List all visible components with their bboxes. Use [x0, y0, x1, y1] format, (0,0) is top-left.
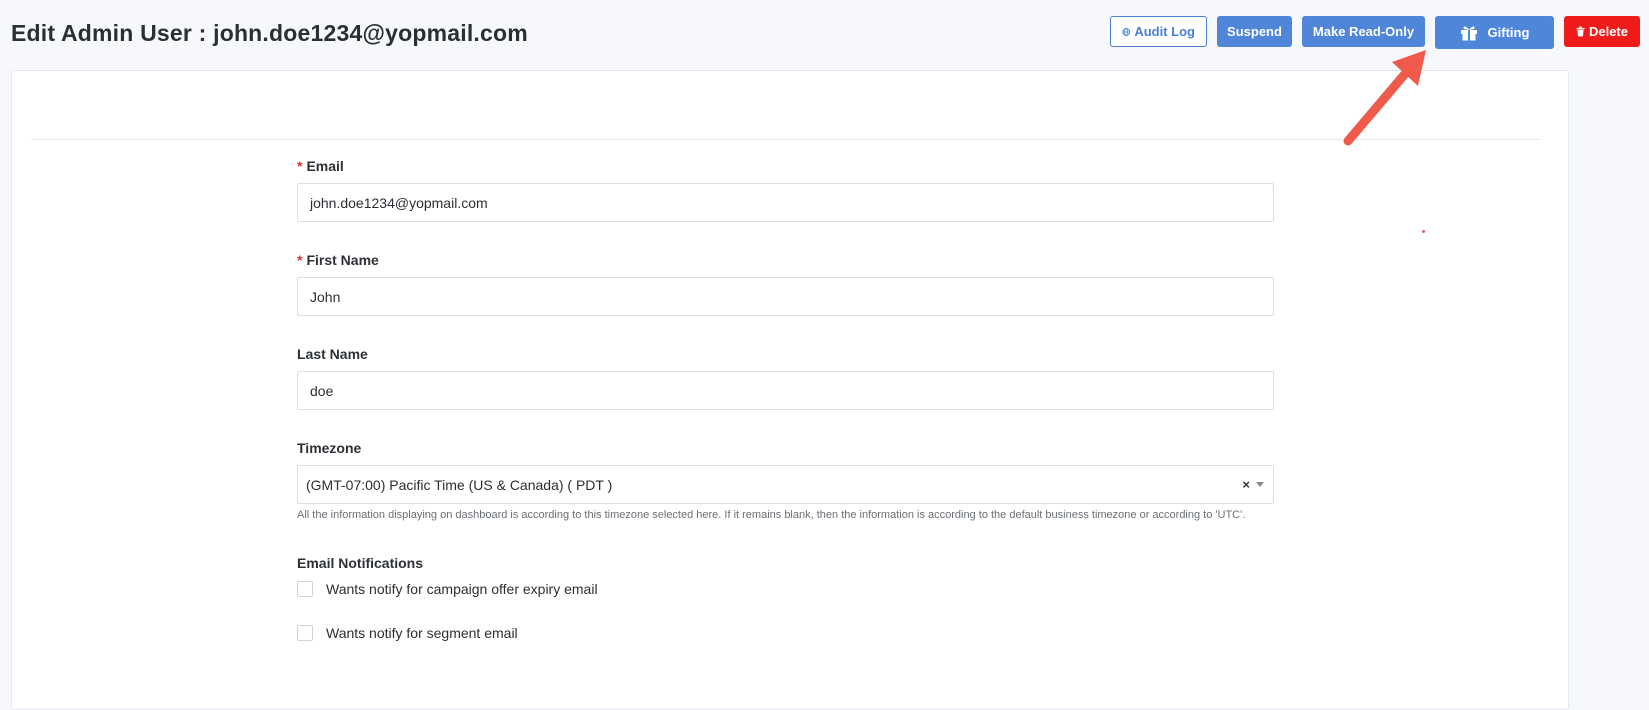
edit-user-card: * Email john.doe1234@yopmail.com * First N… — [11, 70, 1569, 710]
suspend-button[interactable]: Suspend — [1217, 16, 1292, 47]
delete-button[interactable]: Delete — [1564, 16, 1640, 47]
audit-log-button[interactable]: Audit Log — [1110, 16, 1207, 47]
suspend-label: Suspend — [1227, 24, 1282, 39]
chevron-down-icon[interactable] — [1256, 482, 1264, 487]
email-value: john.doe1234@yopmail.com — [310, 194, 488, 211]
required-marker: * — [297, 252, 303, 268]
page-title: Edit Admin User : john.doe1234@yopmail.c… — [11, 20, 528, 46]
marker-dot — [1422, 230, 1425, 233]
email-notifications-label: Email Notifications — [297, 555, 424, 571]
first-name-value: John — [310, 288, 341, 305]
email-label: * Email — [297, 158, 344, 174]
timezone-select[interactable]: (GMT-07:00) Pacific Time (US & Canada) (… — [297, 465, 1274, 504]
notify-campaign-expiry-label: Wants notify for campaign offer expiry e… — [326, 581, 598, 597]
email-field-group: * Email john.doe1234@yopmail.com — [297, 157, 1274, 222]
last-name-value: doe — [310, 382, 334, 399]
timezone-help-text: All the information displaying on dashbo… — [297, 509, 1246, 521]
notify-segment-option[interactable]: Wants notify for segment email — [297, 623, 1274, 643]
delete-label: Delete — [1588, 24, 1628, 39]
trash-icon — [1576, 26, 1585, 37]
required-marker: * — [297, 158, 303, 174]
first-name-input[interactable]: John — [297, 277, 1274, 316]
make-read-only-button[interactable]: Make Read-Only — [1302, 16, 1425, 47]
last-name-label: Last Name — [297, 346, 368, 362]
first-name-label: * First Name — [297, 252, 379, 268]
clear-selection-icon[interactable]: × — [1242, 477, 1250, 492]
timezone-value: (GMT-07:00) Pacific Time (US & Canada) (… — [306, 476, 613, 493]
first-name-field-group: * First Name John — [297, 251, 1274, 316]
notify-campaign-expiry-option[interactable]: Wants notify for campaign offer expiry e… — [297, 579, 1274, 599]
annotation-arrow — [1343, 50, 1426, 146]
card-divider — [31, 139, 1540, 140]
timezone-select-controls: × — [1242, 477, 1264, 492]
globe-icon — [1122, 27, 1131, 36]
gifting-label: Gifting — [1487, 25, 1530, 40]
gift-icon — [1460, 26, 1477, 40]
gifting-button[interactable]: Gifting — [1435, 16, 1554, 49]
timezone-field-group: Timezone (GMT-07:00) Pacific Time (US & … — [297, 439, 1274, 525]
notify-segment-label: Wants notify for segment email — [326, 625, 518, 641]
last-name-input[interactable]: doe — [297, 371, 1274, 410]
audit-log-label: Audit Log — [1134, 24, 1195, 39]
edit-user-form: * Email john.doe1234@yopmail.com * First N… — [297, 157, 1274, 643]
notify-segment-checkbox[interactable] — [297, 625, 313, 641]
timezone-label: Timezone — [297, 440, 362, 456]
email-input[interactable]: john.doe1234@yopmail.com — [297, 183, 1274, 222]
notify-campaign-expiry-checkbox[interactable] — [297, 581, 313, 597]
make-read-only-label: Make Read-Only — [1312, 24, 1415, 39]
last-name-field-group: Last Name doe — [297, 345, 1274, 410]
